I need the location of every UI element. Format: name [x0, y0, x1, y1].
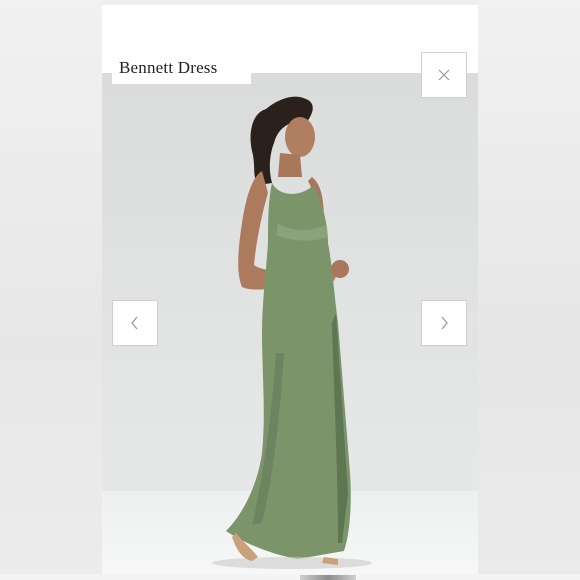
close-button[interactable] — [421, 52, 467, 98]
chevron-right-icon — [441, 316, 448, 330]
product-title-text: Bennett Dress — [119, 58, 218, 77]
backdrop-right — [478, 0, 580, 580]
thumbnail-preview[interactable] — [300, 575, 356, 580]
previous-image-button[interactable] — [112, 300, 158, 346]
product-title: Bennett Dress — [112, 52, 251, 84]
next-image-button[interactable] — [421, 300, 467, 346]
chevron-left-icon — [131, 316, 138, 330]
close-icon — [438, 69, 450, 81]
backdrop-left — [0, 0, 102, 580]
product-image-modal: Bennett Dress — [102, 5, 478, 574]
backdrop-bottom — [0, 574, 580, 580]
